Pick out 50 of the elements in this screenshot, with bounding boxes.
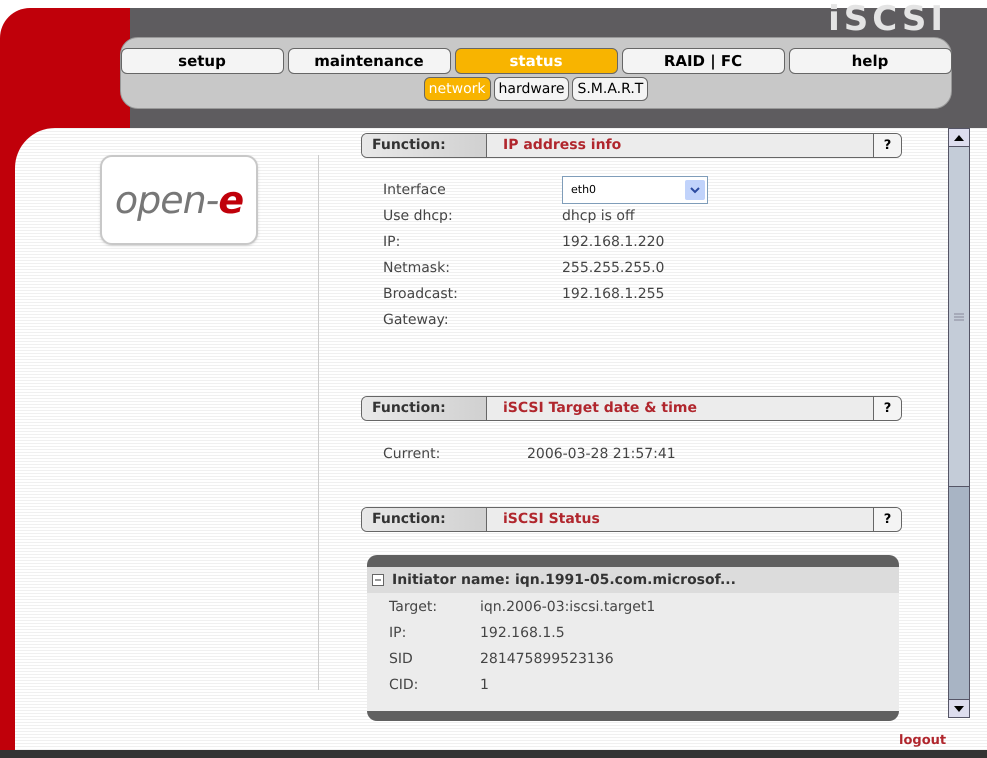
field-label: Broadcast: (383, 284, 459, 304)
field-value: 255.255.255.0 (562, 258, 664, 278)
brand-title: iSCSI (828, 2, 947, 36)
scroll-thumb[interactable] (949, 147, 969, 487)
function-label: Function: (362, 397, 487, 420)
up-arrow-icon (953, 134, 965, 142)
subnav-tab[interactable]: hardware (494, 77, 570, 101)
field-label: Use dhcp: (383, 206, 454, 226)
field-value: 192.168.1.5 (480, 624, 565, 642)
field-label: CID: (389, 676, 420, 694)
function-title: iSCSI Status (502, 510, 601, 529)
logout-link[interactable]: logout (899, 731, 946, 750)
field-label: IP: (389, 624, 408, 642)
field-value: 2006-03-28 21:57:41 (527, 444, 676, 464)
nav-tab[interactable]: maintenance (288, 48, 450, 74)
function-title: iSCSI Target date & time (502, 399, 698, 418)
field-value: dhcp is off (562, 206, 635, 226)
field-value: 192.168.1.255 (562, 284, 664, 304)
field-label: Current: (383, 444, 442, 464)
scrollbar[interactable] (948, 128, 970, 718)
scroll-down-button[interactable] (949, 699, 969, 717)
field-value: iqn.2006-03:iscsi.target1 (480, 598, 656, 616)
logo-text: open-e (114, 176, 244, 224)
field-label: SID (389, 650, 414, 668)
field-label: Interface (383, 180, 447, 200)
subnav-tab[interactable]: S.M.A.R.T (572, 77, 648, 101)
field-label: Target: (389, 598, 438, 616)
nav-tab[interactable]: setup (120, 48, 284, 74)
field-value: 281475899523136 (480, 650, 614, 668)
field-value: 1 (480, 676, 489, 694)
chevron-down-icon (690, 186, 700, 194)
field-label: Gateway: (383, 310, 450, 330)
nav-tab[interactable]: RAID | FC (622, 48, 784, 74)
expander-toggle[interactable] (372, 574, 384, 586)
scroll-up-button[interactable] (949, 129, 969, 147)
help-button[interactable]: ? (873, 134, 901, 157)
field-value: 192.168.1.220 (562, 232, 664, 252)
initiator-title: Initiator name: iqn.1991-05.com.microsof... (392, 570, 736, 590)
function-label: Function: (362, 508, 487, 531)
help-button[interactable]: ? (873, 508, 901, 531)
field-label: Netmask: (383, 258, 451, 278)
grip-icon (954, 312, 964, 320)
function-label: Function: (362, 134, 487, 157)
help-button[interactable]: ? (873, 397, 901, 420)
collapse-icon (372, 574, 384, 586)
interface-select[interactable]: eth0 (562, 176, 708, 204)
function-title: IP address info (502, 136, 622, 155)
field-label: IP: (383, 232, 402, 252)
nav-tab[interactable]: help (788, 48, 952, 74)
down-arrow-icon (953, 704, 965, 712)
